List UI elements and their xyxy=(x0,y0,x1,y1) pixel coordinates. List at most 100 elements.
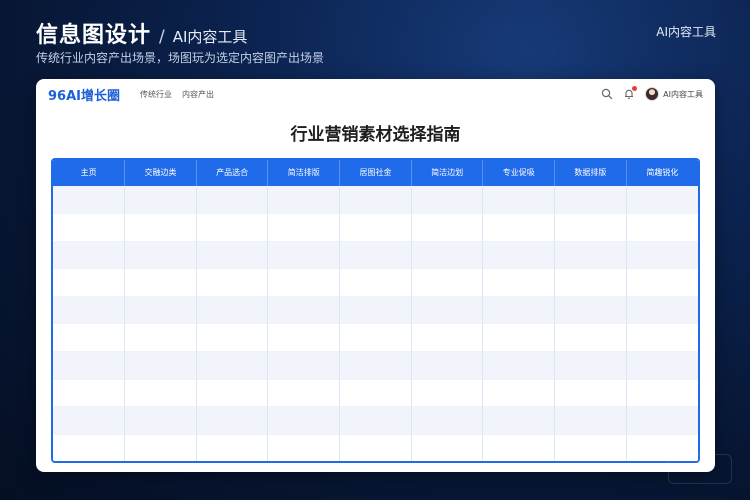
table-cell[interactable] xyxy=(339,185,412,214)
table-cell[interactable] xyxy=(53,406,126,435)
nav-link-content[interactable]: 内容产出 xyxy=(182,89,214,100)
table-cell[interactable] xyxy=(482,406,556,435)
table-cell[interactable] xyxy=(482,268,556,297)
table-cell[interactable] xyxy=(124,213,197,242)
table-cell[interactable] xyxy=(482,185,556,214)
table-cell[interactable] xyxy=(267,406,341,435)
table-cell[interactable] xyxy=(554,185,627,214)
table-cell[interactable] xyxy=(411,240,484,269)
table-cell[interactable] xyxy=(267,378,341,407)
table-cell[interactable] xyxy=(482,323,556,352)
table-cell[interactable] xyxy=(626,378,698,407)
table-cell[interactable] xyxy=(626,406,698,435)
table-cell[interactable] xyxy=(53,323,126,352)
table-cell[interactable] xyxy=(53,433,126,461)
table-cell[interactable] xyxy=(53,213,126,242)
table-cell[interactable] xyxy=(124,378,197,407)
table-column-header[interactable]: 居图社金 xyxy=(339,160,412,186)
table-cell[interactable] xyxy=(339,433,412,461)
brand-logo[interactable]: 96AI增长圈 xyxy=(48,85,120,104)
table-cell[interactable] xyxy=(411,295,484,324)
table-cell[interactable] xyxy=(626,185,698,214)
table-cell[interactable] xyxy=(196,213,269,242)
table-cell[interactable] xyxy=(626,323,698,352)
table-cell[interactable] xyxy=(267,268,341,297)
table-cell[interactable] xyxy=(411,378,484,407)
table-cell[interactable] xyxy=(53,268,126,297)
table-cell[interactable] xyxy=(267,433,341,461)
table-column-header[interactable]: 简趣锐化 xyxy=(626,160,698,186)
table-cell[interactable] xyxy=(339,351,412,380)
table-cell[interactable] xyxy=(124,323,197,352)
table-cell[interactable] xyxy=(124,295,197,324)
table-cell[interactable] xyxy=(482,240,556,269)
table-cell[interactable] xyxy=(196,295,269,324)
table-cell[interactable] xyxy=(554,240,627,269)
table-cell[interactable] xyxy=(124,406,197,435)
table-cell[interactable] xyxy=(626,295,698,324)
table-cell[interactable] xyxy=(554,351,627,380)
table-cell[interactable] xyxy=(267,240,341,269)
table-cell[interactable] xyxy=(411,323,484,352)
table-cell[interactable] xyxy=(411,268,484,297)
table-cell[interactable] xyxy=(267,323,341,352)
table-cell[interactable] xyxy=(554,378,627,407)
table-cell[interactable] xyxy=(411,185,484,214)
table-cell[interactable] xyxy=(411,433,484,461)
table-cell[interactable] xyxy=(411,406,484,435)
table-cell[interactable] xyxy=(339,213,412,242)
table-cell[interactable] xyxy=(482,433,556,461)
table-cell[interactable] xyxy=(53,378,126,407)
table-cell[interactable] xyxy=(267,213,341,242)
table-cell[interactable] xyxy=(339,406,412,435)
table-column-header[interactable]: 产品选合 xyxy=(196,160,269,186)
table-cell[interactable] xyxy=(626,268,698,297)
table-cell[interactable] xyxy=(482,295,556,324)
table-cell[interactable] xyxy=(267,295,341,324)
user-menu[interactable]: AI内容工具 xyxy=(645,87,703,101)
table-cell[interactable] xyxy=(554,213,627,242)
table-cell[interactable] xyxy=(626,213,698,242)
table-cell[interactable] xyxy=(339,295,412,324)
table-cell[interactable] xyxy=(196,185,269,214)
table-cell[interactable] xyxy=(196,240,269,269)
table-cell[interactable] xyxy=(411,351,484,380)
table-cell[interactable] xyxy=(482,213,556,242)
bell-icon[interactable] xyxy=(623,86,638,100)
table-cell[interactable] xyxy=(124,268,197,297)
table-cell[interactable] xyxy=(626,240,698,269)
table-cell[interactable] xyxy=(124,351,197,380)
table-cell[interactable] xyxy=(626,351,698,380)
table-cell[interactable] xyxy=(196,406,269,435)
table-column-header[interactable]: 交融边类 xyxy=(124,160,197,186)
nav-link-traditional[interactable]: 传统行业 xyxy=(140,89,172,100)
avatar[interactable] xyxy=(645,87,660,101)
table-cell[interactable] xyxy=(554,406,627,435)
table-cell[interactable] xyxy=(196,351,269,380)
table-column-header[interactable]: 简洁边划 xyxy=(411,160,484,186)
table-cell[interactable] xyxy=(554,433,627,461)
table-cell[interactable] xyxy=(196,323,269,352)
table-cell[interactable] xyxy=(339,323,412,352)
table-cell[interactable] xyxy=(339,268,412,297)
table-cell[interactable] xyxy=(196,433,269,461)
table-cell[interactable] xyxy=(196,378,269,407)
table-cell[interactable] xyxy=(53,295,126,324)
table-cell[interactable] xyxy=(482,378,556,407)
table-column-header[interactable]: 主页 xyxy=(53,160,126,186)
table-cell[interactable] xyxy=(53,185,126,214)
table-cell[interactable] xyxy=(482,351,556,380)
table-cell[interactable] xyxy=(411,213,484,242)
table-cell[interactable] xyxy=(124,240,197,269)
table-column-header[interactable]: 数据排版 xyxy=(554,160,627,186)
table-cell[interactable] xyxy=(339,378,412,407)
table-cell[interactable] xyxy=(53,240,126,269)
table-column-header[interactable]: 简洁排版 xyxy=(267,160,341,186)
table-cell[interactable] xyxy=(554,268,627,297)
table-cell[interactable] xyxy=(339,240,412,269)
table-cell[interactable] xyxy=(53,351,126,380)
table-cell[interactable] xyxy=(124,185,197,214)
table-cell[interactable] xyxy=(267,351,341,380)
table-cell[interactable] xyxy=(554,323,627,352)
table-cell[interactable] xyxy=(267,185,341,214)
